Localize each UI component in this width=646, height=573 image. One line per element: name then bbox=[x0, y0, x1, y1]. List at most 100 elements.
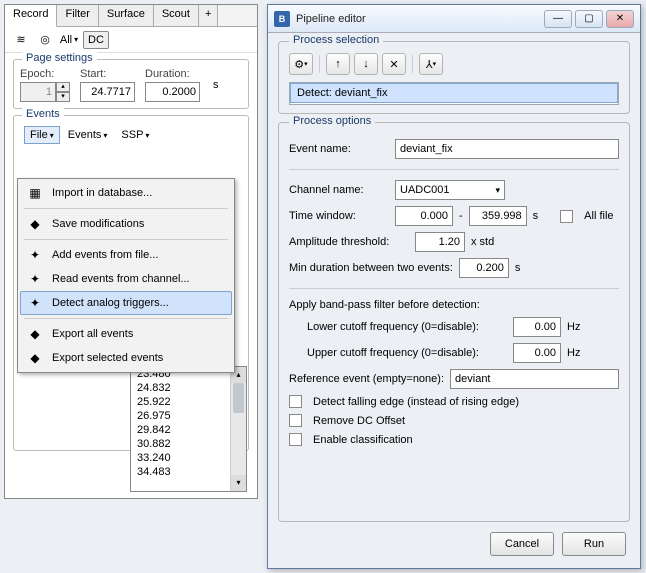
gear-icon[interactable]: ⚙▾ bbox=[289, 53, 313, 75]
time-window-end-input[interactable] bbox=[469, 206, 527, 226]
falling-edge-label: Detect falling edge (instead of rising e… bbox=[313, 396, 519, 408]
menu-detect-triggers[interactable]: ✦ Detect analog triggers... bbox=[20, 291, 232, 315]
all-file-label: All file bbox=[584, 210, 613, 222]
file-dropdown-menu: ▦ Import in database... ◆ Save modificat… bbox=[17, 178, 235, 373]
menu-save[interactable]: ◆ Save modifications bbox=[20, 212, 232, 236]
min-duration-input[interactable] bbox=[459, 258, 509, 278]
process-options-legend: Process options bbox=[289, 115, 375, 127]
epoch-input[interactable] bbox=[20, 82, 56, 102]
time-window-unit: s bbox=[533, 210, 539, 222]
process-options-group: Process options Event name: Channel name… bbox=[278, 122, 630, 522]
all-file-checkbox[interactable] bbox=[560, 210, 573, 223]
events-title: Events bbox=[22, 108, 64, 120]
cancel-button[interactable]: Cancel bbox=[490, 532, 554, 556]
file-menu-button[interactable]: File bbox=[24, 126, 60, 144]
tab-add[interactable]: + bbox=[199, 5, 218, 26]
menu-add-label: Add events from file... bbox=[52, 249, 158, 261]
channel-name-label: Channel name: bbox=[289, 184, 389, 196]
amplitude-label: Amplitude threshold: bbox=[289, 236, 409, 248]
time-window-start-input[interactable] bbox=[395, 206, 453, 226]
menu-export-sel-label: Export selected events bbox=[52, 352, 163, 364]
page-settings-title: Page settings bbox=[22, 52, 97, 64]
list-item[interactable]: 34.483 bbox=[131, 465, 246, 479]
page-settings: Page settings Epoch: ▴▾ Start: Duration:… bbox=[13, 59, 249, 109]
branch-icon[interactable]: ⅄▾ bbox=[419, 53, 443, 75]
minimize-button[interactable]: — bbox=[544, 10, 572, 28]
menu-import[interactable]: ▦ Import in database... bbox=[20, 181, 232, 205]
remove-dc-label: Remove DC Offset bbox=[313, 415, 405, 427]
scroll-down-icon[interactable]: ▾ bbox=[231, 475, 246, 491]
move-down-button[interactable]: ↓ bbox=[354, 53, 378, 75]
display-toolbar: ≋ ◎ All DC bbox=[5, 27, 257, 53]
amplitude-input[interactable] bbox=[415, 232, 465, 252]
duration-input[interactable] bbox=[145, 82, 200, 102]
reference-event-input[interactable] bbox=[450, 369, 619, 389]
menu-import-label: Import in database... bbox=[52, 187, 152, 199]
falling-edge-checkbox[interactable] bbox=[289, 395, 302, 408]
menu-separator bbox=[24, 239, 228, 240]
toolbar-separator bbox=[319, 55, 320, 73]
menu-add-events[interactable]: ✦ Add events from file... bbox=[20, 243, 232, 267]
upper-cutoff-input[interactable] bbox=[513, 343, 561, 363]
close-button[interactable]: ✕ bbox=[606, 10, 634, 28]
enable-classification-checkbox[interactable] bbox=[289, 433, 302, 446]
reference-event-label: Reference event (empty=none): bbox=[289, 373, 444, 385]
menu-export-selected[interactable]: ◆ Export selected events bbox=[20, 346, 232, 370]
hz-unit: Hz bbox=[567, 347, 580, 359]
amplitude-unit: x std bbox=[471, 236, 494, 248]
menu-export-all[interactable]: ◆ Export all events bbox=[20, 322, 232, 346]
database-icon: ▦ bbox=[26, 185, 44, 201]
process-selection-group: Process selection ⚙▾ ↑ ↓ ✕ ⅄▾ Detect: de… bbox=[278, 41, 630, 114]
menu-read-events[interactable]: ✦ Read events from channel... bbox=[20, 267, 232, 291]
move-up-button[interactable]: ↑ bbox=[326, 53, 350, 75]
app-logo-icon: B bbox=[274, 11, 290, 27]
lower-cutoff-label: Lower cutoff frequency (0=disable): bbox=[307, 321, 507, 333]
process-list[interactable]: Detect: deviant_fix bbox=[289, 82, 619, 105]
run-button[interactable]: Run bbox=[562, 532, 626, 556]
process-row-selected[interactable]: Detect: deviant_fix bbox=[290, 83, 618, 103]
list-item[interactable]: 24.832 bbox=[131, 381, 246, 395]
maximize-button[interactable]: ▢ bbox=[575, 10, 603, 28]
titlebar[interactable]: B Pipeline editor — ▢ ✕ bbox=[268, 5, 640, 33]
list-item[interactable]: 29.842 bbox=[131, 423, 246, 437]
scroll-thumb[interactable] bbox=[233, 383, 244, 413]
tab-scout[interactable]: Scout bbox=[154, 5, 199, 26]
tab-filter[interactable]: Filter bbox=[57, 5, 98, 26]
duration-label: Duration: bbox=[145, 68, 200, 80]
list-scrollbar[interactable]: ▴ ▾ bbox=[230, 367, 246, 491]
target-icon[interactable]: ◎ bbox=[35, 31, 55, 49]
min-duration-label: Min duration between two events: bbox=[289, 262, 453, 274]
duration-unit: s bbox=[213, 79, 219, 91]
tab-record[interactable]: Record bbox=[5, 5, 57, 27]
min-duration-unit: s bbox=[515, 262, 521, 274]
add-icon: ✦ bbox=[26, 247, 44, 263]
epoch-spinner[interactable]: ▴▾ bbox=[56, 82, 70, 102]
event-name-input[interactable] bbox=[395, 139, 619, 159]
start-label: Start: bbox=[80, 68, 135, 80]
dc-button[interactable]: DC bbox=[83, 31, 109, 49]
menu-read-label: Read events from channel... bbox=[52, 273, 190, 285]
list-item[interactable]: 30.882 bbox=[131, 437, 246, 451]
start-input[interactable] bbox=[80, 82, 135, 102]
dash: - bbox=[459, 210, 463, 222]
channel-name-select[interactable]: UADC001 bbox=[395, 180, 505, 200]
list-item[interactable]: 26.975 bbox=[131, 409, 246, 423]
wave-icon[interactable]: ≋ bbox=[11, 31, 31, 49]
remove-dc-checkbox[interactable] bbox=[289, 414, 302, 427]
event-time-list[interactable]: 23.480 24.832 25.922 26.975 29.842 30.88… bbox=[130, 366, 247, 492]
tab-surface[interactable]: Surface bbox=[99, 5, 154, 26]
detect-icon: ✦ bbox=[26, 295, 44, 311]
ssp-menu-button[interactable]: SSP bbox=[115, 126, 155, 144]
epoch-label: Epoch: bbox=[20, 68, 70, 80]
save-icon: ◆ bbox=[26, 216, 44, 232]
delete-button[interactable]: ✕ bbox=[382, 53, 406, 75]
export-icon: ◆ bbox=[26, 326, 44, 342]
events-menu-button[interactable]: Events bbox=[62, 126, 114, 144]
list-item[interactable]: 33.240 bbox=[131, 451, 246, 465]
time-window-label: Time window: bbox=[289, 210, 389, 222]
menu-detect-label: Detect analog triggers... bbox=[52, 297, 169, 309]
list-item[interactable]: 25.922 bbox=[131, 395, 246, 409]
event-name-label: Event name: bbox=[289, 143, 389, 155]
lower-cutoff-input[interactable] bbox=[513, 317, 561, 337]
all-dropdown[interactable]: All bbox=[59, 31, 79, 49]
